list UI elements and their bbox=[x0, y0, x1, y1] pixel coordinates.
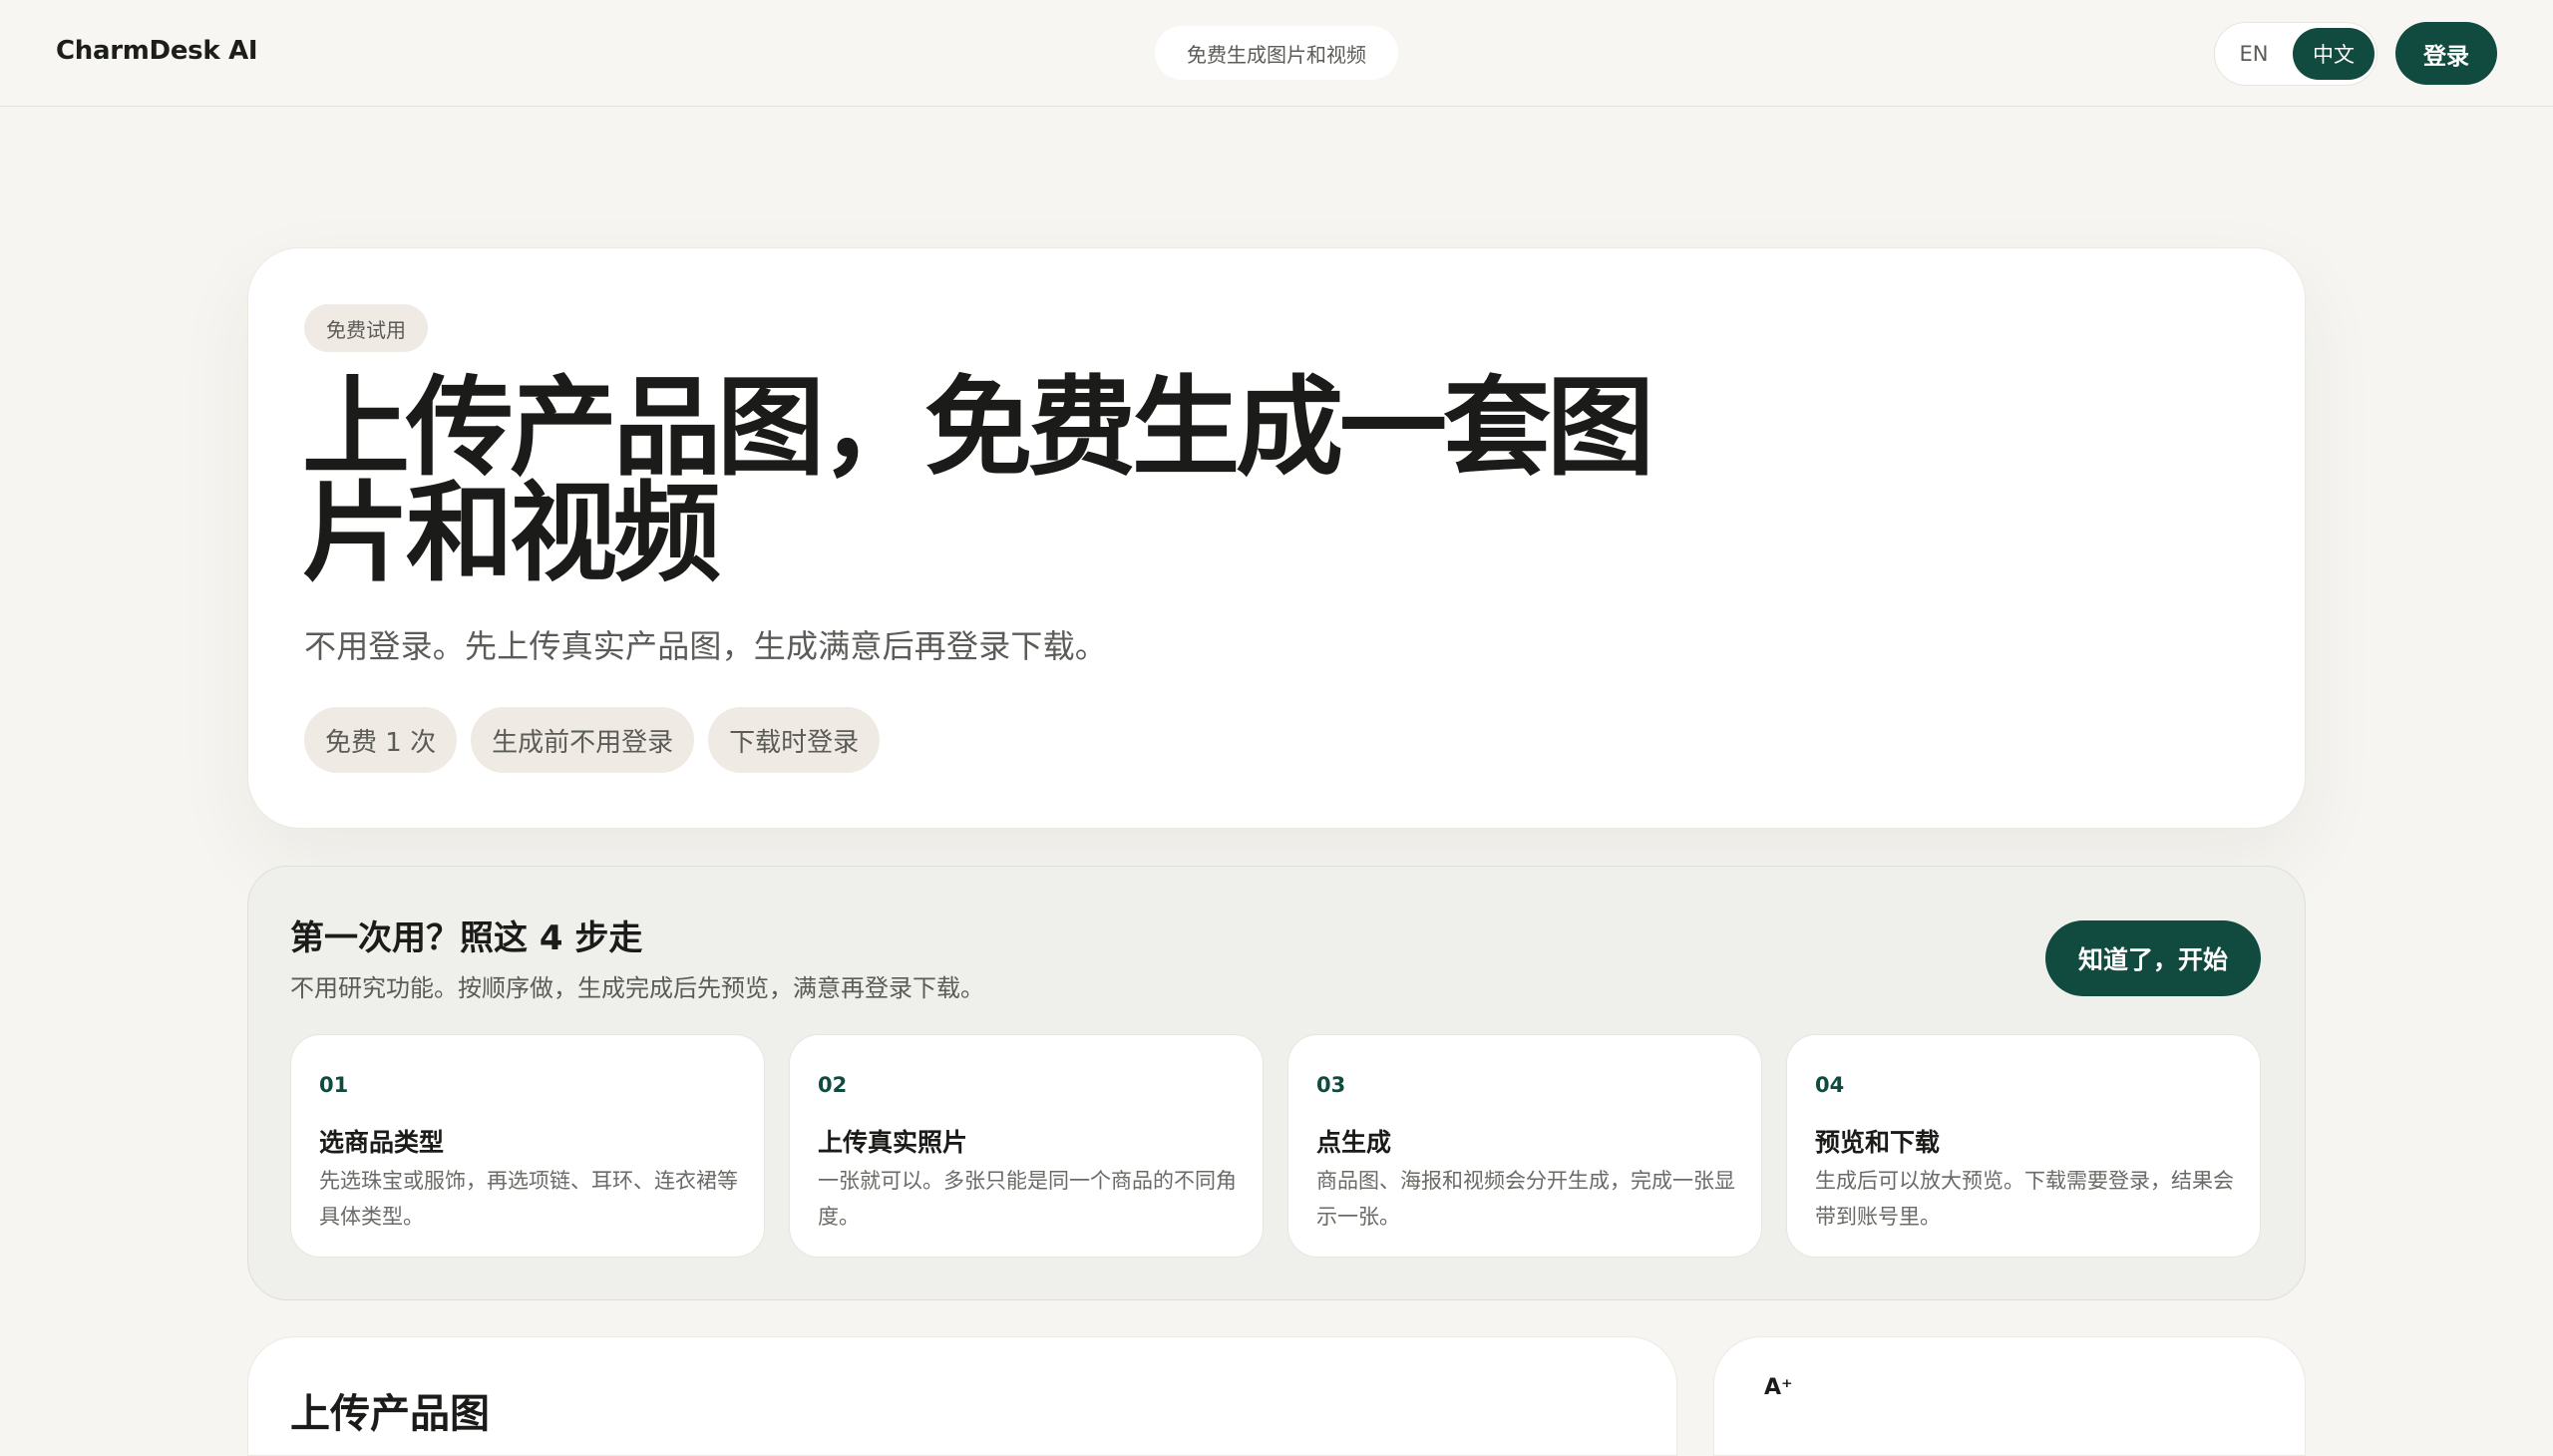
step-number: 03 bbox=[1316, 1073, 1346, 1097]
steps-subtitle: 不用研究功能。按顺序做，生成完成后先预览，满意再登录下载。 bbox=[290, 974, 984, 1002]
lang-zh-button[interactable]: 中文 bbox=[2293, 28, 2374, 80]
lang-en-button[interactable]: EN bbox=[2215, 23, 2293, 85]
step-number: 01 bbox=[319, 1073, 349, 1097]
free-generation-chip: 免费生成图片和视频 bbox=[1155, 26, 1398, 80]
pill-no-login-before: 生成前不用登录 bbox=[471, 707, 695, 773]
hero-card: 免费试用 上传产品图，免费生成一套图片和视频 不用登录。先上传真实产品图，生成满… bbox=[247, 247, 2306, 829]
hero-title: 上传产品图，免费生成一套图片和视频 bbox=[302, 366, 1654, 596]
upload-card-title: 上传产品图 bbox=[290, 1391, 490, 1437]
text-size-icon[interactable]: A⁺ bbox=[1764, 1375, 1793, 1400]
free-trial-badge: 免费试用 bbox=[304, 304, 428, 352]
hero-pills: 免费 1 次 生成前不用登录 下载时登录 bbox=[304, 707, 881, 773]
language-switch: EN 中文 bbox=[2214, 22, 2377, 86]
step-card-2: 02 上传真实照片 一张就可以。多张只能是同一个商品的不同角度。 bbox=[789, 1034, 1264, 1258]
step-list: 01 选商品类型 先选珠宝或服饰，再选项链、耳环、连衣裙等具体类型。 02 上传… bbox=[290, 1034, 2261, 1258]
step-card-1: 01 选商品类型 先选珠宝或服饰，再选项链、耳环、连衣裙等具体类型。 bbox=[290, 1034, 765, 1258]
step-description: 先选珠宝或服饰，再选项链、耳环、连衣裙等具体类型。 bbox=[319, 1169, 738, 1229]
steps-panel: 第一次用？照这 4 步走 不用研究功能。按顺序做，生成完成后先预览，满意再登录下… bbox=[247, 866, 2306, 1300]
step-card-3: 03 点生成 商品图、海报和视频会分开生成，完成一张显示一张。 bbox=[1287, 1034, 1762, 1258]
step-number: 04 bbox=[1815, 1073, 1845, 1097]
step-description: 一张就可以。多张只能是同一个商品的不同角度。 bbox=[818, 1169, 1237, 1229]
start-button[interactable]: 知道了，开始 bbox=[2045, 920, 2261, 996]
hero-subtitle: 不用登录。先上传真实产品图，生成满意后再登录下载。 bbox=[304, 627, 1108, 665]
step-title: 点生成 bbox=[1316, 1128, 1392, 1157]
steps-title: 第一次用？照这 4 步走 bbox=[290, 918, 643, 958]
step-title: 预览和下载 bbox=[1815, 1128, 1941, 1157]
step-description: 生成后可以放大预览。下载需要登录，结果会带到账号里。 bbox=[1815, 1169, 2234, 1229]
step-card-4: 04 预览和下载 生成后可以放大预览。下载需要登录，结果会带到账号里。 bbox=[1786, 1034, 2261, 1258]
side-card: A⁺ bbox=[1713, 1336, 2306, 1456]
top-bar: CharmDesk AI 免费生成图片和视频 EN 中文 登录 bbox=[0, 0, 2553, 107]
pill-free-once: 免费 1 次 bbox=[304, 707, 458, 773]
brand-logo[interactable]: CharmDesk AI bbox=[56, 36, 258, 66]
step-description: 商品图、海报和视频会分开生成，完成一张显示一张。 bbox=[1316, 1169, 1735, 1229]
step-number: 02 bbox=[818, 1073, 848, 1097]
pill-login-on-download: 下载时登录 bbox=[708, 707, 881, 773]
upload-card: 上传产品图 bbox=[247, 1336, 1677, 1456]
step-title: 上传真实照片 bbox=[818, 1128, 968, 1157]
login-button[interactable]: 登录 bbox=[2395, 22, 2497, 85]
step-title: 选商品类型 bbox=[319, 1128, 445, 1157]
